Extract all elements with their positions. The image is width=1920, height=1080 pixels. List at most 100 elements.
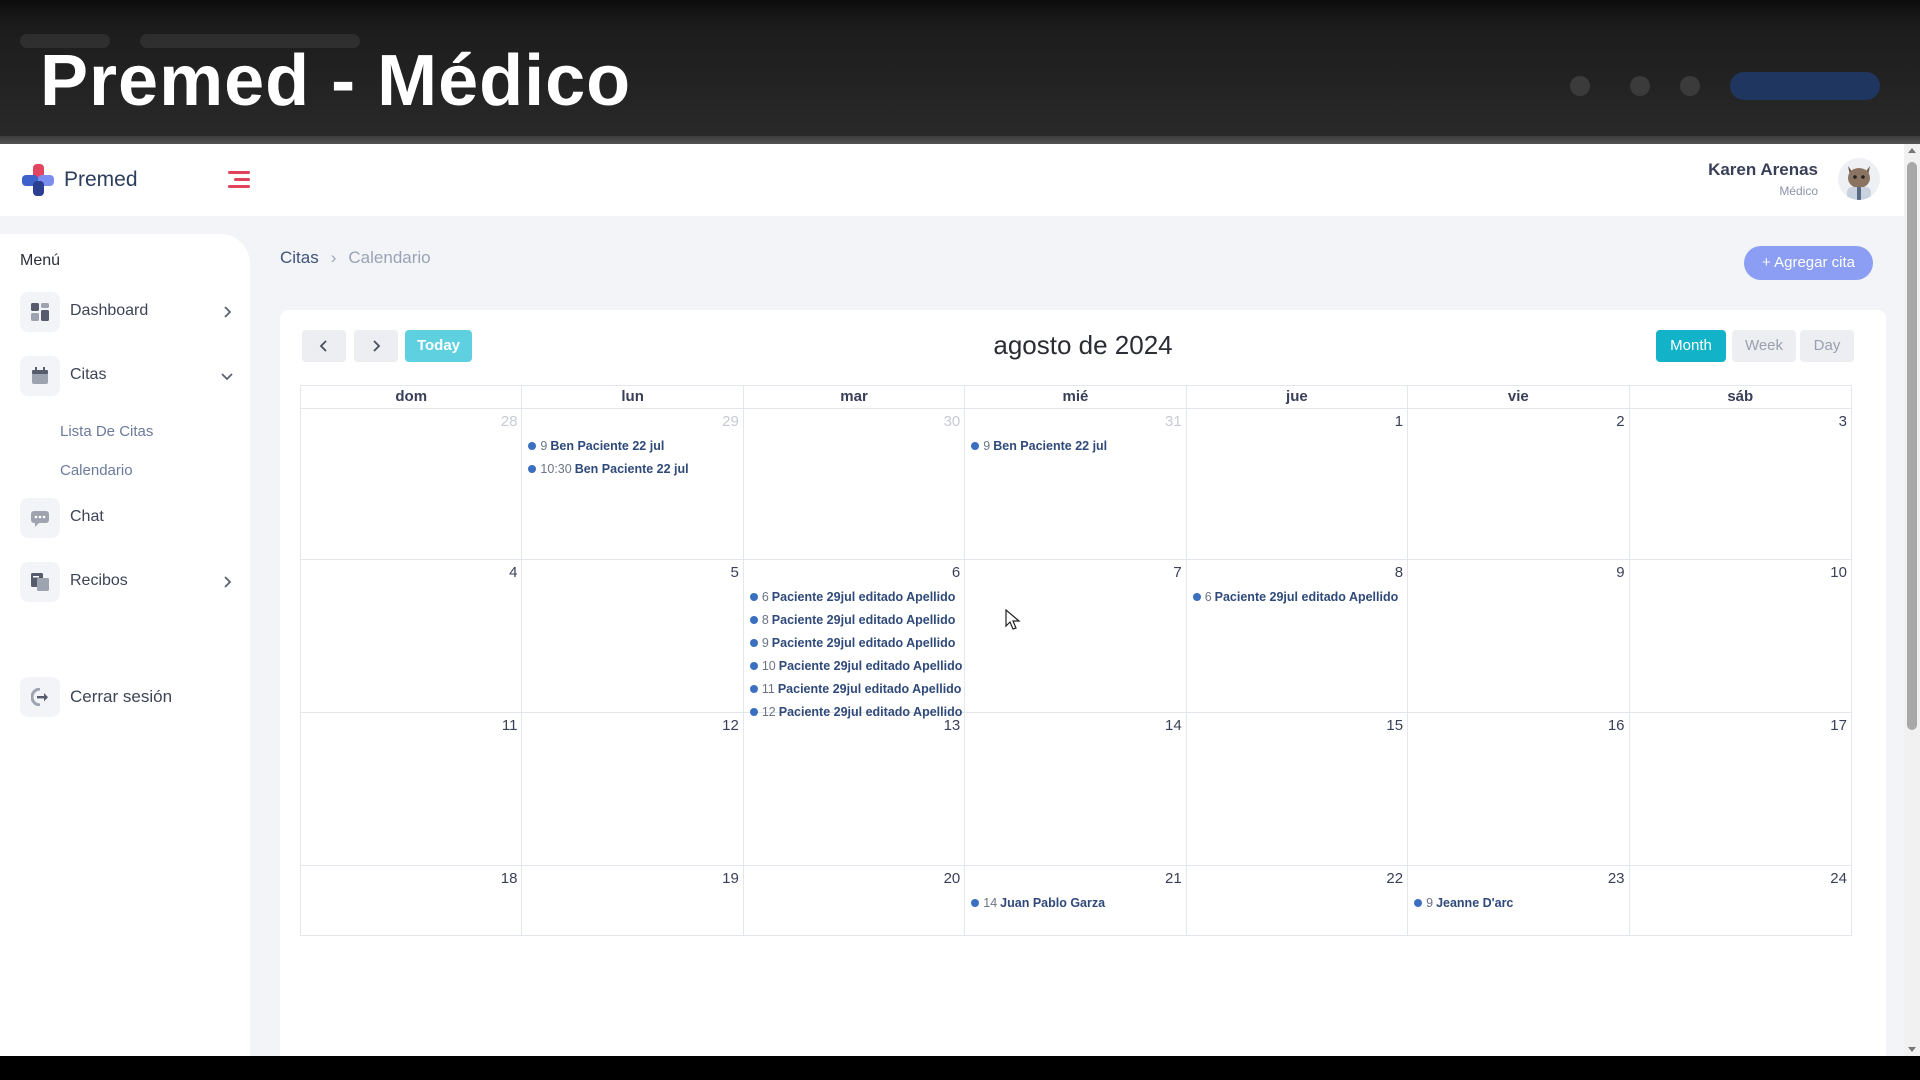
event-title: Ben Paciente 22 jul <box>574 462 689 476</box>
sidebar-item-recibos[interactable]: Recibos <box>20 562 235 602</box>
day-number[interactable]: 18 <box>501 870 518 887</box>
day-number[interactable]: 13 <box>944 717 961 734</box>
menu-toggle-icon[interactable] <box>228 171 250 189</box>
calendar-event[interactable]: 6 Paciente 29jul editado Apellido <box>749 590 964 613</box>
calendar-event[interactable]: 9 Ben Paciente 22 jul <box>971 439 1185 462</box>
day-cell[interactable]: 1 <box>1187 409 1409 559</box>
day-cell[interactable]: 4 <box>301 560 523 712</box>
scrollbar-thumb[interactable] <box>1907 162 1917 730</box>
day-number[interactable]: 22 <box>1386 870 1403 887</box>
add-appointment-button[interactable]: + Agregar cita <box>1744 246 1873 280</box>
user-info[interactable]: Karen Arenas Médico <box>1708 160 1818 198</box>
day-cell[interactable]: 11 <box>301 713 523 865</box>
day-cell[interactable]: 9 <box>1408 560 1630 712</box>
day-number[interactable]: 24 <box>1830 870 1847 887</box>
blurred-icon <box>1680 76 1700 96</box>
day-number[interactable]: 16 <box>1608 717 1625 734</box>
scroll-down-icon[interactable] <box>1908 1047 1916 1052</box>
day-cell[interactable]: 7 <box>965 560 1187 712</box>
calendar-event[interactable]: 6 Paciente 29jul editado Apellido <box>1192 590 1407 613</box>
sidebar-item-chat[interactable]: Chat <box>20 498 235 538</box>
day-cell[interactable]: 31 9 Ben Paciente 22 jul <box>965 409 1187 559</box>
day-number[interactable]: 11 <box>502 717 518 734</box>
day-number[interactable]: 6 <box>952 564 960 581</box>
day-cell[interactable]: 13 <box>744 713 966 865</box>
day-cell[interactable]: 3 <box>1630 409 1851 559</box>
day-number[interactable]: 4 <box>509 564 517 581</box>
scroll-up-icon[interactable] <box>1908 148 1916 153</box>
day-cell[interactable]: 18 <box>301 866 523 935</box>
event-dot-icon <box>749 616 758 624</box>
avatar[interactable] <box>1838 158 1880 200</box>
day-number[interactable]: 9 <box>1616 564 1624 581</box>
day-cell[interactable]: 30 <box>744 409 966 559</box>
day-cell[interactable]: 24 <box>1630 866 1851 935</box>
day-cell[interactable]: 29 9 Ben Paciente 22 jul 10:30 Ben Paciente … <box>522 409 744 559</box>
day-number[interactable]: 15 <box>1386 717 1403 734</box>
day-number[interactable]: 29 <box>722 413 739 430</box>
view-month-button[interactable]: Month <box>1656 330 1726 362</box>
day-number[interactable]: 14 <box>1165 717 1182 734</box>
day-cell[interactable]: 16 <box>1408 713 1630 865</box>
calendar-event[interactable]: 8 Paciente 29jul editado Apellido <box>749 613 964 636</box>
day-number[interactable]: 20 <box>944 870 961 887</box>
day-cell[interactable]: 12 <box>522 713 744 865</box>
calendar-event[interactable]: 9 Paciente 29jul editado Apellido <box>749 636 964 659</box>
day-number[interactable]: 2 <box>1616 413 1624 430</box>
day-cell[interactable]: 6 6 Paciente 29jul editado Apellido 8 Pacien… <box>744 560 966 719</box>
day-cell[interactable]: 23 9 Jeanne D'arc <box>1408 866 1630 935</box>
day-number[interactable]: 7 <box>1173 564 1181 581</box>
sidebar-item-dashboard[interactable]: Dashboard <box>20 292 235 332</box>
day-cell[interactable]: 20 <box>744 866 966 935</box>
calendar-event[interactable]: 14 Juan Pablo Garza <box>971 896 1185 919</box>
day-number[interactable]: 3 <box>1839 413 1847 430</box>
day-cell[interactable]: 21 14 Juan Pablo Garza <box>965 866 1187 935</box>
calendar-event[interactable]: 9 Ben Paciente 22 jul <box>528 439 742 462</box>
event-dot-icon <box>528 465 537 473</box>
sidebar-item-citas[interactable]: Citas <box>20 356 235 396</box>
day-cell[interactable]: 8 6 Paciente 29jul editado Apellido <box>1187 560 1409 712</box>
day-number[interactable]: 10 <box>1830 564 1847 581</box>
day-number[interactable]: 19 <box>722 870 739 887</box>
day-cell[interactable]: 28 <box>301 409 523 559</box>
day-cell[interactable]: 14 <box>965 713 1187 865</box>
week-row: 11 12 13 14 15 16 17 <box>300 713 1852 866</box>
calendar-event[interactable]: 10:30 Ben Paciente 22 jul <box>528 462 742 485</box>
event-time: 10:30 <box>540 462 572 476</box>
day-cell[interactable]: 15 <box>1187 713 1409 865</box>
event-dot-icon <box>749 685 758 693</box>
breadcrumb-separator: › <box>330 248 337 267</box>
logout-button[interactable]: Cerrar sesión <box>20 677 235 717</box>
day-number[interactable]: 30 <box>944 413 961 430</box>
weekday-header: dom lun mar mié jue vie sáb <box>300 385 1852 409</box>
day-cell[interactable]: 22 <box>1187 866 1409 935</box>
sidebar-subitem-calendario[interactable]: Calendario <box>60 462 133 479</box>
sidebar-subitem-lista-de-citas[interactable]: Lista De Citas <box>60 423 153 440</box>
brand-name[interactable]: Premed <box>64 168 138 192</box>
day-number[interactable]: 1 <box>1395 413 1403 430</box>
view-week-button[interactable]: Week <box>1732 330 1796 362</box>
day-cell[interactable]: 10 <box>1630 560 1851 712</box>
sidebar-item-label: Recibos <box>70 572 128 589</box>
day-number[interactable]: 28 <box>501 413 518 430</box>
day-number[interactable]: 23 <box>1608 870 1625 887</box>
day-number[interactable]: 21 <box>1165 870 1182 887</box>
calendar-event[interactable]: 10 Paciente 29jul editado Apellido <box>749 659 964 682</box>
day-cell[interactable]: 19 <box>522 866 744 935</box>
vertical-scrollbar[interactable] <box>1904 144 1920 1056</box>
day-cell[interactable]: 2 <box>1408 409 1630 559</box>
calendar-event[interactable]: 9 Jeanne D'arc <box>1414 896 1628 919</box>
event-title: Paciente 29jul editado Apellido <box>771 613 956 627</box>
sidebar: Menú Dashboard Citas Lista De Citas Cale… <box>0 234 250 1056</box>
breadcrumb-citas[interactable]: Citas <box>280 248 319 267</box>
day-cell[interactable]: 5 <box>522 560 744 712</box>
day-number[interactable]: 5 <box>731 564 739 581</box>
day-number[interactable]: 12 <box>722 717 739 734</box>
day-number[interactable]: 8 <box>1395 564 1403 581</box>
calendar-event[interactable]: 11 Paciente 29jul editado Apellido <box>749 682 964 705</box>
day-cell[interactable]: 17 <box>1630 713 1851 865</box>
day-number[interactable]: 31 <box>1165 413 1182 430</box>
day-number[interactable]: 17 <box>1830 717 1847 734</box>
user-role: Médico <box>1779 184 1818 198</box>
view-day-button[interactable]: Day <box>1800 330 1854 362</box>
